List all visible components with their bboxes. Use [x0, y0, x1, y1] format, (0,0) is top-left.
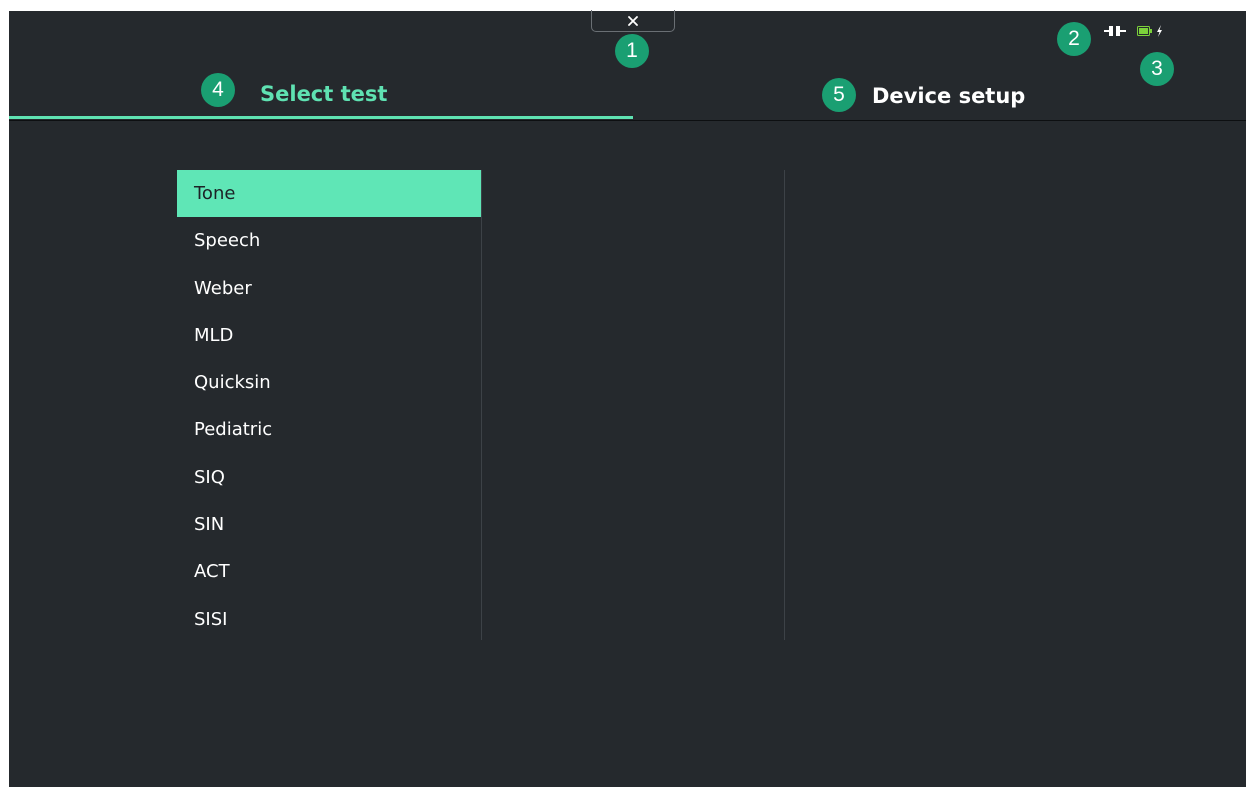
- column-divider-left: [481, 170, 482, 640]
- list-item-weber[interactable]: Weber: [177, 265, 481, 312]
- close-tab-button[interactable]: [591, 10, 675, 32]
- list-item-act[interactable]: ACT: [177, 548, 481, 595]
- list-item-pediatric[interactable]: Pediatric: [177, 406, 481, 453]
- status-bar: [1104, 24, 1163, 38]
- list-item-speech[interactable]: Speech: [177, 217, 481, 264]
- active-tab-indicator: [9, 116, 633, 119]
- tab-device-setup[interactable]: Device setup: [872, 81, 1025, 111]
- tab-bar-divider: [9, 120, 1246, 121]
- app-screen: 1 2 3 4 5 Select test Device setup Tone …: [9, 10, 1246, 787]
- tab-select-test[interactable]: Select test: [260, 79, 387, 109]
- list-item-quicksin[interactable]: Quicksin: [177, 359, 481, 406]
- callout-4: 4: [201, 73, 235, 107]
- power-plug-icon: [1104, 25, 1126, 37]
- list-item-sisi[interactable]: SISI: [177, 596, 481, 643]
- list-item-sin[interactable]: SIN: [177, 501, 481, 548]
- close-icon[interactable]: [627, 15, 639, 27]
- list-item-tone[interactable]: Tone: [177, 170, 481, 218]
- callout-1: 1: [615, 34, 649, 68]
- column-divider-right: [784, 170, 785, 640]
- battery-icon: [1137, 26, 1152, 36]
- lightning-bolt-icon: [1156, 25, 1163, 37]
- list-item-mld[interactable]: MLD: [177, 312, 481, 359]
- callout-3: 3: [1140, 52, 1174, 86]
- list-item-siq[interactable]: SIQ: [177, 454, 481, 501]
- callout-2: 2: [1057, 22, 1091, 56]
- test-list: Tone Speech Weber MLD Quicksin Pediatric…: [177, 170, 481, 643]
- callout-5: 5: [822, 78, 856, 112]
